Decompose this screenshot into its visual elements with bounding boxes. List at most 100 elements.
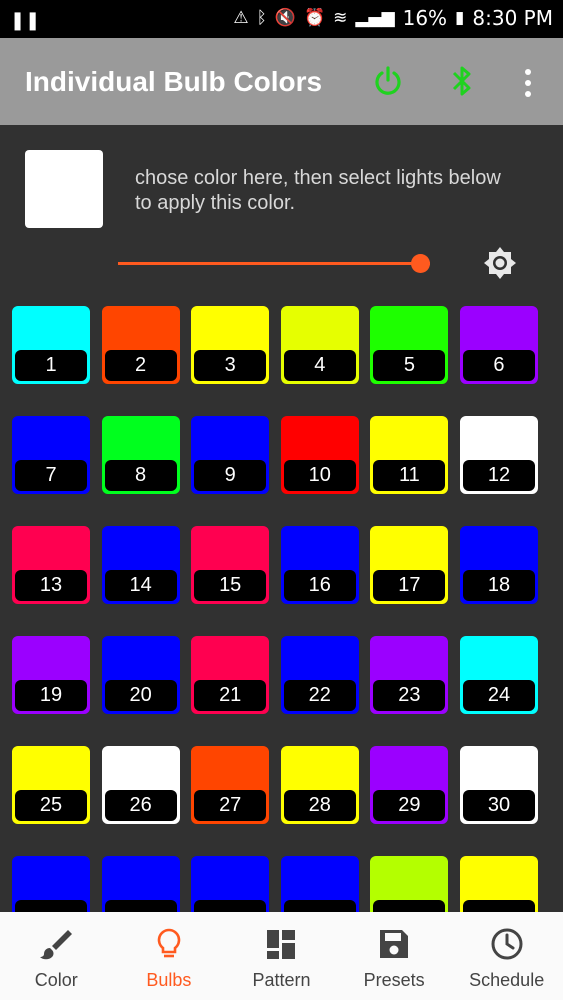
bulb-tile[interactable]: 20 <box>101 636 180 714</box>
bulb-number <box>104 900 177 912</box>
bulb-tile[interactable]: 3 <box>191 306 270 384</box>
bottom-navigation: Color Bulbs Pattern Presets Schedule <box>0 912 563 1000</box>
bulb-tile[interactable]: 10 <box>280 416 359 494</box>
brush-icon <box>40 930 73 960</box>
bulb-tile[interactable]: 16 <box>280 526 359 604</box>
bulb-tile[interactable] <box>280 856 359 912</box>
bulb-tile[interactable] <box>191 856 270 912</box>
nav-schedule[interactable]: Schedule <box>450 912 563 1000</box>
brightness-slider[interactable] <box>118 252 448 276</box>
bulb-tile[interactable] <box>12 856 90 912</box>
pattern-icon <box>267 930 296 959</box>
bulb-number: 27 <box>194 790 267 821</box>
bulb-number: 17 <box>373 570 446 601</box>
nav-bulbs-label: Bulbs <box>146 970 192 990</box>
more-options-icon[interactable] <box>520 68 536 98</box>
bulb-tile[interactable]: 6 <box>459 306 538 384</box>
bulb-number: 11 <box>373 460 446 491</box>
bulb-tile[interactable]: 9 <box>191 416 270 494</box>
pause-icon: ❚❚ <box>10 10 41 31</box>
nav-presets-label: Presets <box>363 970 425 990</box>
bulb-tile[interactable]: 1 <box>12 306 90 384</box>
bulb-tile[interactable]: 15 <box>191 526 270 604</box>
bluetooth-status-icon: ᛒ <box>256 8 267 28</box>
bulb-number: 16 <box>283 570 356 601</box>
bulb-tile[interactable]: 24 <box>459 636 538 714</box>
bulb-number: 19 <box>15 680 87 711</box>
bulb-number: 9 <box>194 460 267 491</box>
bulb-tile[interactable]: 21 <box>191 636 270 714</box>
power-icon[interactable] <box>372 65 404 97</box>
bulb-tile[interactable]: 5 <box>370 306 449 384</box>
bulb-number: 23 <box>373 680 446 711</box>
nav-bulbs[interactable]: Bulbs <box>113 912 226 1000</box>
bulb-number: 4 <box>283 350 356 381</box>
bulb-grid: 1 2 3 4 5 6 7 8 9 10 11 12 13 14 15 16 17 18 19 20 21 22 23 24 2… <box>12 306 538 912</box>
bulb-number: 13 <box>15 570 87 601</box>
moon-icon <box>51 249 66 279</box>
bulb-tile[interactable]: 7 <box>12 416 90 494</box>
bulb-number: 1 <box>15 350 87 381</box>
bulb-number: 12 <box>462 460 535 491</box>
bulb-tile[interactable]: 28 <box>280 746 359 824</box>
status-bar: ❚❚ ⚠ ᛒ 🔇 ⏰ ≋ ▂▄▆ 16% ▮ 8:30 PM <box>0 0 563 38</box>
bulb-tile[interactable]: 29 <box>370 746 449 824</box>
bulb-tile[interactable]: 18 <box>459 526 538 604</box>
wifi-icon: ≋ <box>333 8 348 28</box>
bulb-number: 21 <box>194 680 267 711</box>
bulb-tile[interactable]: 26 <box>101 746 180 824</box>
bulb-number: 2 <box>104 350 177 381</box>
bulb-number: 24 <box>462 680 535 711</box>
slider-thumb[interactable] <box>411 254 431 273</box>
instruction-text: chose color here, then select lights bel… <box>135 167 501 214</box>
bulb-tile[interactable]: 23 <box>370 636 449 714</box>
alarm-icon: ⏰ <box>303 8 326 28</box>
bulb-tile[interactable]: 13 <box>12 526 90 604</box>
bulb-number: 25 <box>15 790 87 821</box>
bulb-number <box>194 900 267 912</box>
bulb-tile[interactable]: 17 <box>370 526 449 604</box>
bulb-tile[interactable]: 8 <box>101 416 180 494</box>
bulb-tile[interactable]: 12 <box>459 416 538 494</box>
clock-icon <box>491 928 523 960</box>
bulb-number: 28 <box>283 790 356 821</box>
bulb-tile[interactable]: 11 <box>370 416 449 494</box>
bulb-number: 26 <box>104 790 177 821</box>
bulb-number: 6 <box>462 350 535 381</box>
bulb-number: 18 <box>462 570 535 601</box>
nav-pattern[interactable]: Pattern <box>225 912 338 1000</box>
bulb-tile[interactable]: 14 <box>101 526 180 604</box>
status-icons: ⚠ ᛒ 🔇 ⏰ ≋ ▂▄▆ 16% ▮ 8:30 PM <box>233 6 553 30</box>
bulb-tile[interactable]: 27 <box>191 746 270 824</box>
bulb-number: 5 <box>373 350 446 381</box>
bulb-number <box>462 900 535 912</box>
bulb-number: 15 <box>194 570 267 601</box>
bluetooth-icon[interactable] <box>448 64 476 98</box>
nav-color[interactable]: Color <box>0 912 113 1000</box>
bulb-number: 7 <box>15 460 87 491</box>
bulb-tile[interactable] <box>370 856 449 912</box>
bulb-tile[interactable] <box>101 856 180 912</box>
page-title: Individual Bulb Colors <box>25 66 323 97</box>
bulb-number: 8 <box>104 460 177 491</box>
bulb-tile[interactable]: 19 <box>12 636 90 714</box>
bulb-number: 30 <box>462 790 535 821</box>
bulb-number: 14 <box>104 570 177 601</box>
nav-presets[interactable]: Presets <box>338 912 451 1000</box>
bulb-number: 22 <box>283 680 356 711</box>
bulb-tile[interactable]: 2 <box>101 306 180 384</box>
bulb-grid-scroll[interactable]: 1 2 3 4 5 6 7 8 9 10 11 12 13 14 15 16 17 18 19 20 21 22 23 24 2… <box>0 300 563 912</box>
bulb-tile[interactable]: 4 <box>280 306 359 384</box>
clock-time: 8:30 PM <box>472 6 553 30</box>
bulb-number: 29 <box>373 790 446 821</box>
bulb-tile[interactable]: 22 <box>280 636 359 714</box>
bulb-tile[interactable]: 25 <box>12 746 90 824</box>
bulb-number <box>15 900 87 912</box>
app-bar: Individual Bulb Colors <box>0 38 563 125</box>
nav-schedule-label: Schedule <box>469 970 545 990</box>
selected-color-swatch[interactable] <box>25 150 103 228</box>
battery-icon: ▮ <box>455 8 465 28</box>
slider-track <box>118 262 430 265</box>
bulb-tile[interactable]: 30 <box>459 746 538 824</box>
bulb-tile[interactable] <box>459 856 538 912</box>
